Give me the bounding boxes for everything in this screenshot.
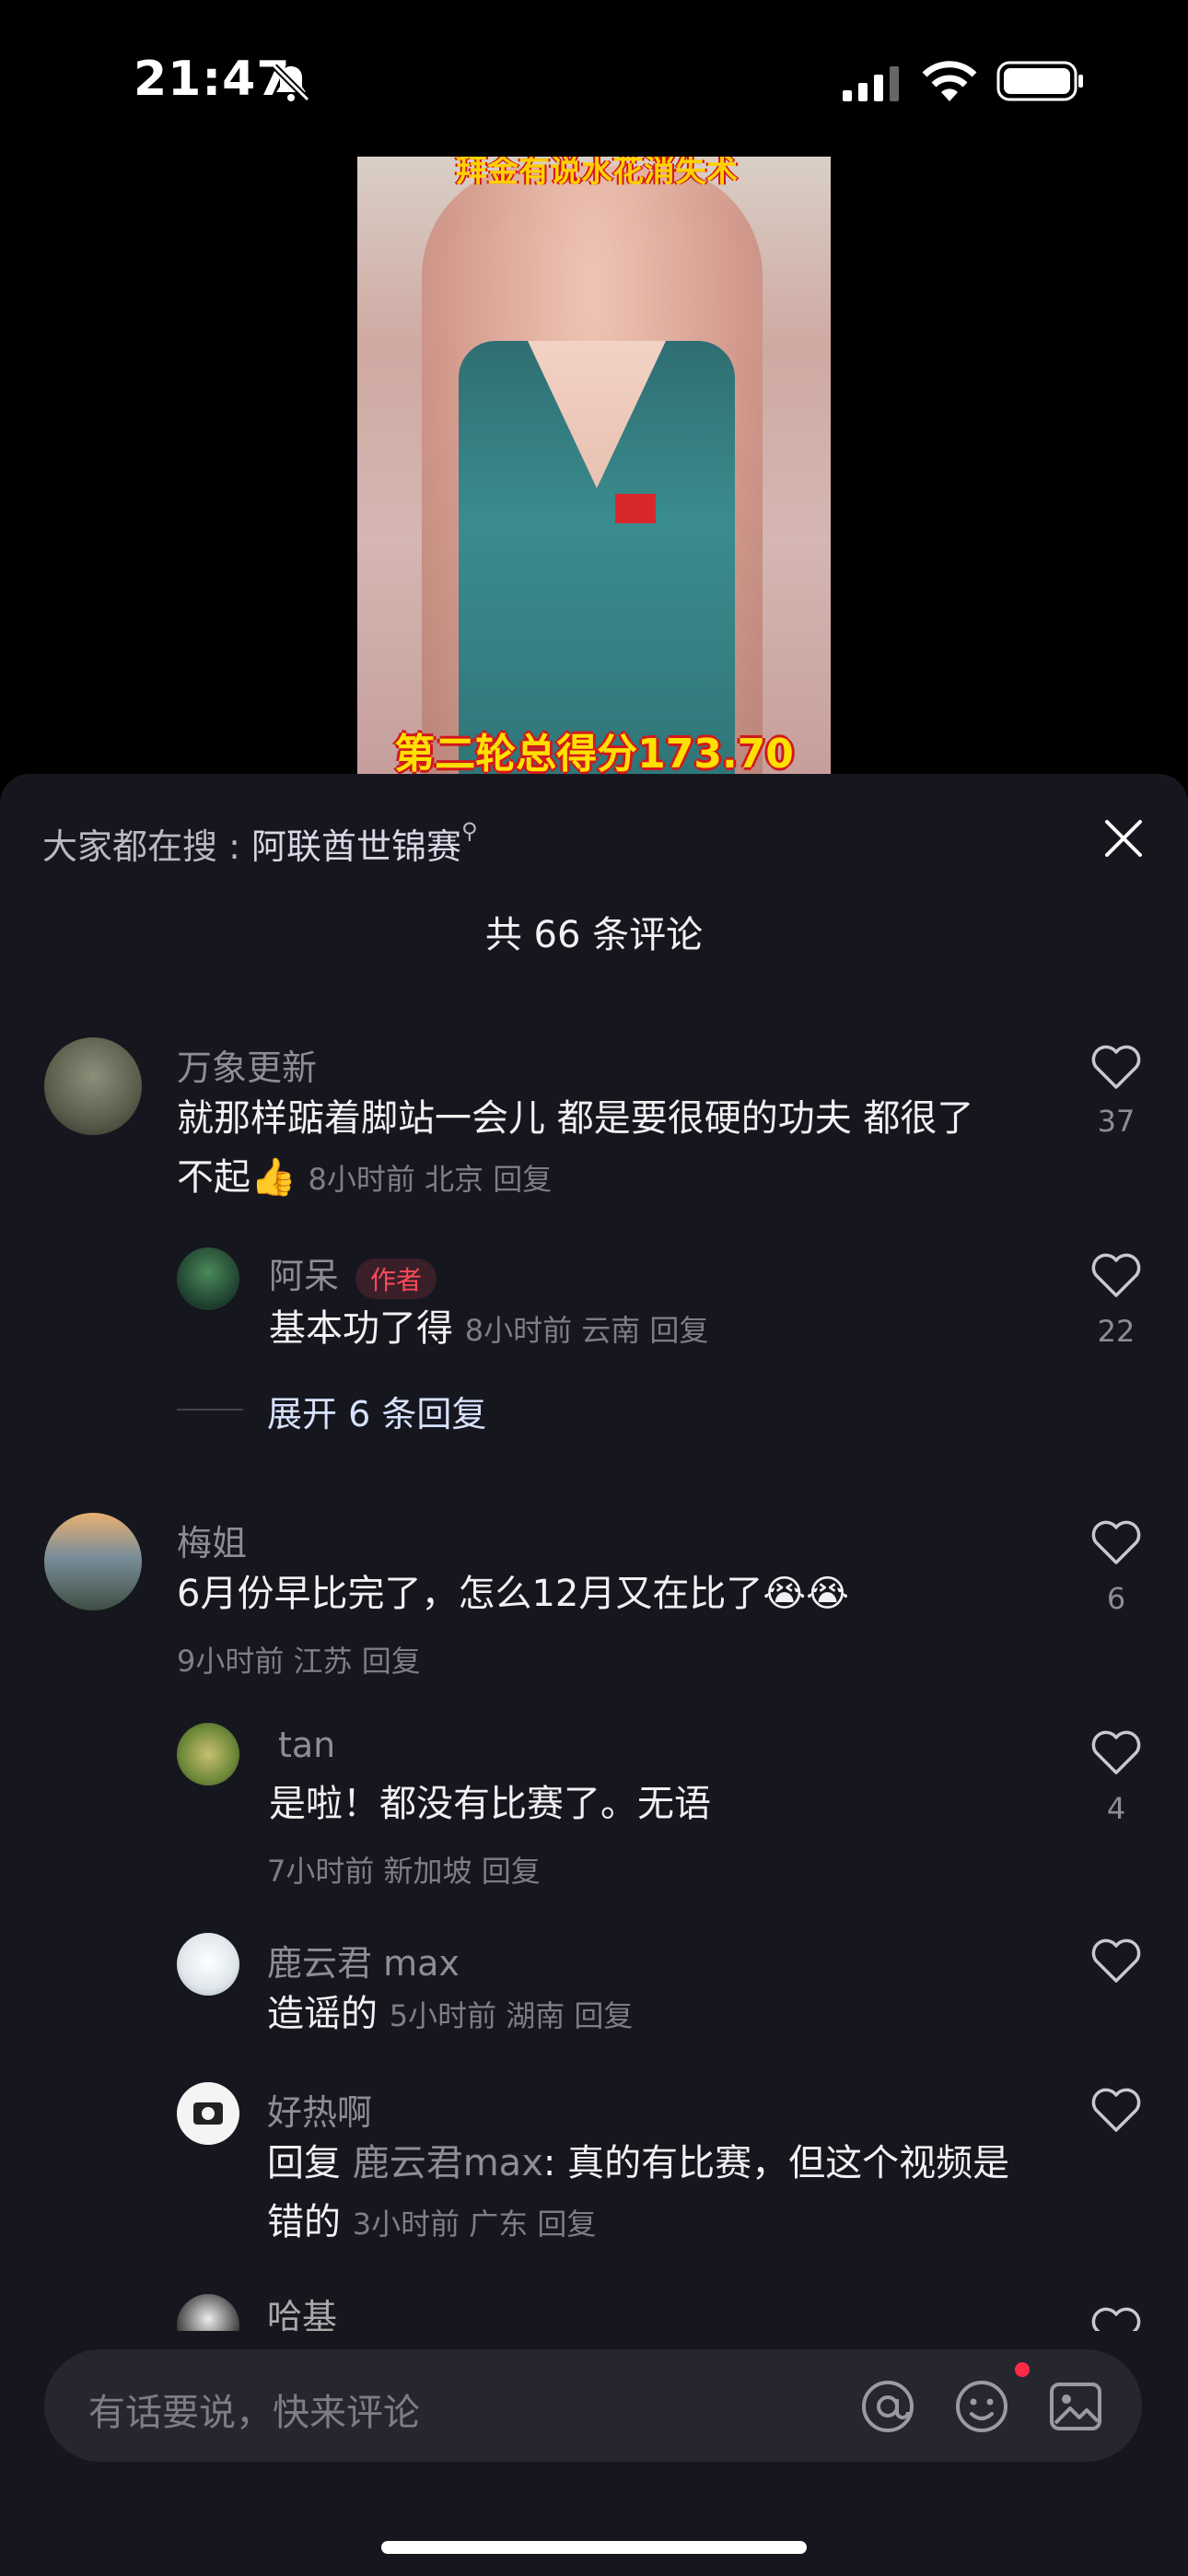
search-suggestion-keyword[interactable]: 阿联酋世锦赛 — [251, 826, 461, 867]
avatar[interactable] — [177, 2294, 239, 2331]
avatar[interactable] — [177, 1247, 239, 1310]
comment-text-body: 造谣的 — [267, 1993, 378, 2035]
comment-author[interactable]: 哈基 — [267, 2289, 337, 2331]
heart-icon[interactable] — [1090, 2086, 1142, 2134]
comment-text: 就那样踮着脚站一会儿 都是要很硬的功夫 都很了 — [177, 1097, 974, 1140]
camera-icon — [193, 2102, 223, 2125]
reply-prefix: 回复 — [267, 2142, 353, 2184]
comment-author[interactable]: 好热啊 — [267, 2084, 372, 2135]
comment-text-body: 基本功了得 — [269, 1307, 453, 1350]
comment-input-bar[interactable]: 有话要说，快来评论 — [44, 2349, 1142, 2462]
comment-text-line2: 不起👍 8小时前 北京 回复 — [177, 1148, 552, 1209]
avatar[interactable] — [177, 1723, 239, 1786]
heart-icon[interactable] — [1090, 1251, 1142, 1299]
video-caption-top: 拜金有说水花消失术 — [456, 157, 738, 190]
like-count: 4 — [1106, 1791, 1126, 1826]
comment-count: 共 66 条评论 — [484, 914, 704, 956]
comment-text: 造谣的 5小时前 湖南 回复 — [267, 1985, 633, 2045]
heart-icon[interactable] — [1090, 2305, 1142, 2331]
comment-author-name[interactable]: 阿呆 — [269, 1256, 339, 1296]
search-icon: ⚲ — [460, 818, 478, 844]
status-bar: 21:47 — [0, 0, 1188, 157]
comment-meta[interactable]: 9小时前 江苏 回复 — [177, 1638, 421, 1680]
flag-emblem — [615, 494, 656, 523]
expand-divider — [177, 1409, 243, 1411]
video-caption-score: 第二轮总得分173.70 — [394, 731, 794, 778]
expand-replies-button[interactable]: 展开 6 条回复 — [267, 1386, 486, 1436]
avatar[interactable] — [177, 1933, 239, 1996]
author-badge: 作者 — [355, 1258, 437, 1299]
comment-text: 6月份早比完了，怎么12月又在比了😭😭 — [177, 1573, 849, 1615]
like-count: 6 — [1106, 1581, 1126, 1616]
comment-clipped: 哈基 — [0, 2285, 1188, 2331]
at-mention-icon[interactable] — [858, 2377, 917, 2436]
comment-text: 是啦！都没有比赛了。无语 — [269, 1783, 711, 1825]
status-time: 21:47 — [134, 52, 291, 107]
comment-author[interactable]: tan — [278, 1725, 335, 1765]
comment-text-line2: 错的 3小时前 广东 回复 — [267, 2193, 596, 2254]
bell-muted-icon — [272, 64, 310, 102]
heart-icon[interactable] — [1090, 1518, 1142, 1566]
comment-meta[interactable]: 7小时前 新加坡 回复 — [267, 1848, 541, 1891]
comment-meta[interactable]: 8小时前 云南 回复 — [465, 1313, 709, 1348]
avatar[interactable] — [177, 2082, 239, 2145]
home-indicator[interactable] — [381, 2541, 807, 2554]
heart-icon[interactable] — [1090, 1728, 1142, 1776]
comment-text-end: 不起👍 — [177, 1156, 297, 1199]
like-count: 22 — [1097, 1314, 1136, 1349]
comment-author[interactable]: 梅姐 — [177, 1515, 247, 1565]
battery-icon — [996, 61, 1083, 101]
comment-meta[interactable]: 3小时前 广东 回复 — [353, 2207, 597, 2242]
comment-author[interactable]: 鹿云君 max — [267, 1935, 460, 1985]
avatar[interactable] — [44, 1513, 142, 1610]
comment-text-body: : 真的有比赛，但这个视频是 — [542, 2142, 1010, 2184]
search-suggestion-prefix: 大家都在搜 : — [42, 826, 251, 867]
comment-author[interactable]: 万象更新 — [177, 1039, 317, 1090]
emoji-icon[interactable] — [952, 2377, 1011, 2436]
notification-dot — [1015, 2362, 1030, 2377]
comment-meta[interactable]: 8小时前 北京 回复 — [309, 1162, 553, 1197]
heart-icon[interactable] — [1090, 1937, 1142, 1985]
comment-author[interactable]: 阿呆 作者 — [269, 1247, 437, 1299]
reply-mention[interactable]: 鹿云君max — [353, 2142, 543, 2184]
video-frame: 拜金有说水花消失术 第二轮总得分173.70 — [357, 157, 831, 792]
video-player[interactable]: 拜金有说水花消失术 第二轮总得分173.70 — [0, 157, 1188, 792]
heart-icon[interactable] — [1090, 1043, 1142, 1091]
search-suggestion[interactable]: 大家都在搜 : 阿联酋世锦赛⚲ — [42, 818, 478, 869]
comment-input-placeholder[interactable]: 有话要说，快来评论 — [88, 2383, 420, 2436]
comment-text: 回复 鹿云君max: 真的有比赛，但这个视频是 — [267, 2134, 1009, 2193]
comment-text: 基本功了得 8小时前 云南 回复 — [269, 1299, 708, 1360]
comment-text-end: 错的 — [267, 2201, 341, 2243]
comment-meta[interactable]: 5小时前 湖南 回复 — [390, 1998, 634, 2033]
image-icon[interactable] — [1046, 2377, 1105, 2436]
cellular-signal-icon — [843, 66, 899, 101]
like-count: 37 — [1097, 1104, 1136, 1139]
wifi-icon — [922, 61, 977, 101]
avatar[interactable] — [44, 1037, 142, 1135]
close-icon[interactable] — [1098, 813, 1149, 864]
comment-sheet: 大家都在搜 : 阿联酋世锦赛⚲ 共 66 条评论 万象更新 就那样踮着脚站一会儿… — [0, 774, 1188, 2576]
